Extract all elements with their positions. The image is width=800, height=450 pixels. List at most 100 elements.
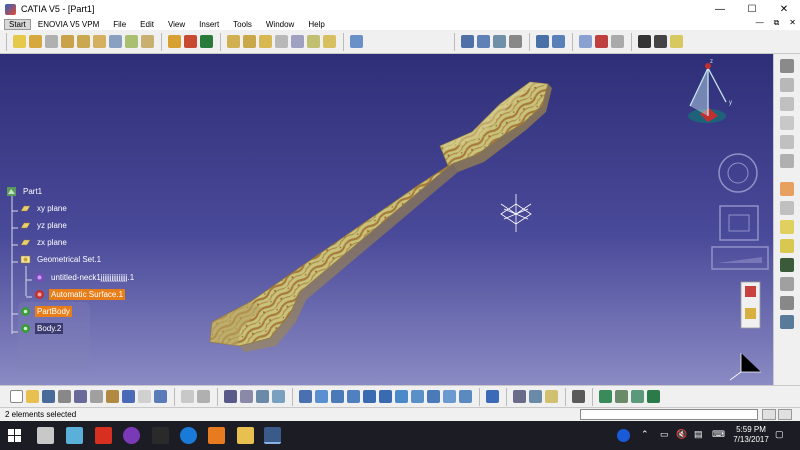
render-icon[interactable] bbox=[780, 315, 794, 329]
plane-tool-icon[interactable] bbox=[610, 35, 624, 48]
split-icon[interactable] bbox=[322, 35, 336, 48]
dot-icon[interactable] bbox=[637, 35, 651, 48]
apply-texture-icon[interactable] bbox=[598, 390, 612, 403]
rotate-icon[interactable] bbox=[346, 390, 360, 403]
remove-lump-icon[interactable] bbox=[306, 35, 320, 48]
taskbar-app-icon[interactable] bbox=[123, 427, 140, 444]
taskbar-app-icon[interactable] bbox=[37, 427, 54, 444]
line-icon[interactable] bbox=[594, 35, 608, 48]
pad-icon[interactable] bbox=[28, 35, 42, 48]
windows-start-icon[interactable] bbox=[8, 429, 21, 442]
zoom-out-icon[interactable] bbox=[378, 390, 392, 403]
minimize-button[interactable]: — bbox=[704, 0, 736, 18]
tree-item-yz-plane[interactable]: yz plane bbox=[20, 220, 69, 231]
edge-browser-icon[interactable] bbox=[180, 427, 197, 444]
measure-item-icon[interactable] bbox=[476, 35, 490, 48]
open-icon[interactable] bbox=[25, 390, 39, 403]
new-icon[interactable] bbox=[9, 390, 23, 403]
normal-view-icon[interactable] bbox=[394, 390, 408, 403]
taskbar-app-icon[interactable] bbox=[95, 427, 112, 444]
grip-icon[interactable] bbox=[780, 59, 794, 73]
notifications-icon[interactable]: ▢ bbox=[775, 429, 784, 440]
copy-doc-icon[interactable] bbox=[89, 390, 103, 403]
command-input[interactable] bbox=[580, 409, 758, 420]
update-icon[interactable] bbox=[485, 390, 499, 403]
menu-view[interactable]: View bbox=[161, 20, 192, 29]
cut-icon[interactable] bbox=[73, 390, 87, 403]
iso-view-icon[interactable] bbox=[410, 390, 424, 403]
fly-mode-icon[interactable] bbox=[298, 390, 312, 403]
properties-icon[interactable] bbox=[780, 135, 794, 149]
doc-close-button[interactable]: ✕ bbox=[789, 18, 796, 28]
stiffener-icon[interactable] bbox=[140, 35, 154, 48]
doc-restore-button[interactable]: ⧉ bbox=[774, 18, 780, 28]
paste-doc-icon[interactable] bbox=[105, 390, 119, 403]
measure-inertia-tool-icon[interactable] bbox=[544, 390, 558, 403]
pan-icon[interactable] bbox=[330, 390, 344, 403]
plane-create-icon[interactable] bbox=[669, 35, 683, 48]
measure-icon[interactable] bbox=[460, 35, 474, 48]
menu-window[interactable]: Window bbox=[259, 20, 301, 29]
tree-item-body2[interactable]: Body.2 bbox=[20, 323, 64, 334]
knowledge-icon[interactable] bbox=[780, 239, 794, 253]
layers-icon[interactable] bbox=[780, 116, 794, 130]
select-icon[interactable] bbox=[508, 35, 522, 48]
compass-icon[interactable]: y z bbox=[688, 59, 732, 123]
formula-icon[interactable] bbox=[780, 258, 794, 272]
swap-visible-icon[interactable] bbox=[458, 390, 472, 403]
sketch-icon[interactable] bbox=[12, 35, 26, 48]
menu-insert[interactable]: Insert bbox=[192, 20, 226, 29]
save-icon[interactable] bbox=[41, 390, 55, 403]
point-icon[interactable] bbox=[578, 35, 592, 48]
keyboard-icon[interactable]: ⌨ bbox=[712, 429, 725, 440]
tree-item-neck-mesh[interactable]: untitled-neck1jjjjjjjjjjjjjjj.1 bbox=[34, 272, 136, 283]
undo-icon[interactable] bbox=[121, 390, 135, 403]
zoom-in-icon[interactable] bbox=[362, 390, 376, 403]
rule-icon[interactable] bbox=[780, 277, 794, 291]
pocket-icon[interactable] bbox=[44, 35, 58, 48]
guitar-neck-model[interactable] bbox=[209, 81, 552, 352]
intersect-icon[interactable] bbox=[274, 35, 288, 48]
floating-toolbar[interactable] bbox=[740, 281, 761, 329]
command-ok-button[interactable] bbox=[762, 409, 776, 420]
menu-start[interactable]: Start bbox=[4, 18, 31, 30]
chamfer-icon[interactable] bbox=[183, 35, 197, 48]
copy-icon[interactable] bbox=[780, 78, 794, 92]
rib-icon[interactable] bbox=[108, 35, 122, 48]
file-explorer-icon[interactable] bbox=[237, 427, 254, 444]
apply-material-icon[interactable] bbox=[349, 35, 363, 48]
catia-taskbar-icon[interactable] bbox=[264, 427, 281, 444]
fx-formula-icon[interactable] bbox=[180, 390, 194, 403]
hole-icon[interactable] bbox=[92, 35, 106, 48]
constraint-icon[interactable] bbox=[271, 390, 285, 403]
view-navigation-widgets[interactable] bbox=[711, 153, 769, 270]
analysis-tool-icon[interactable] bbox=[630, 390, 644, 403]
law-icon[interactable] bbox=[239, 390, 253, 403]
command-cancel-button[interactable] bbox=[778, 409, 792, 420]
slot-icon[interactable] bbox=[124, 35, 138, 48]
pointer-icon[interactable] bbox=[780, 182, 794, 196]
close-button[interactable]: ✕ bbox=[768, 0, 800, 18]
catalog-browser-icon[interactable] bbox=[255, 390, 269, 403]
axis-system-icon[interactable] bbox=[500, 194, 532, 232]
shading-icon[interactable] bbox=[426, 390, 440, 403]
add-icon[interactable] bbox=[242, 35, 256, 48]
menu-tools[interactable]: Tools bbox=[226, 20, 259, 29]
design-table-icon[interactable] bbox=[223, 390, 237, 403]
volume-icon[interactable]: 🔇 bbox=[676, 429, 687, 440]
menu-edit[interactable]: Edit bbox=[133, 20, 161, 29]
system-clock[interactable]: 5:59 PM 7/13/2017 bbox=[733, 425, 769, 445]
draft-analysis-icon[interactable] bbox=[551, 35, 565, 48]
tree-item-zx-plane[interactable]: zx plane bbox=[20, 237, 69, 248]
menu-enovia[interactable]: ENOVIA V5 VPM bbox=[31, 20, 106, 29]
tray-app-icon[interactable]: ▭ bbox=[660, 429, 669, 440]
doc-minimize-button[interactable]: — bbox=[756, 18, 764, 28]
tree-item-partbody[interactable]: PartBody bbox=[20, 306, 72, 317]
camera-icon[interactable] bbox=[571, 390, 585, 403]
fit-all-icon[interactable] bbox=[314, 390, 328, 403]
redo-icon[interactable] bbox=[137, 390, 151, 403]
taskbar-app-icon[interactable] bbox=[208, 427, 225, 444]
taskbar-app-icon[interactable] bbox=[152, 427, 169, 444]
tray-chevron-icon[interactable]: ⌃ bbox=[641, 429, 649, 440]
sketcher-icon[interactable] bbox=[780, 201, 794, 215]
